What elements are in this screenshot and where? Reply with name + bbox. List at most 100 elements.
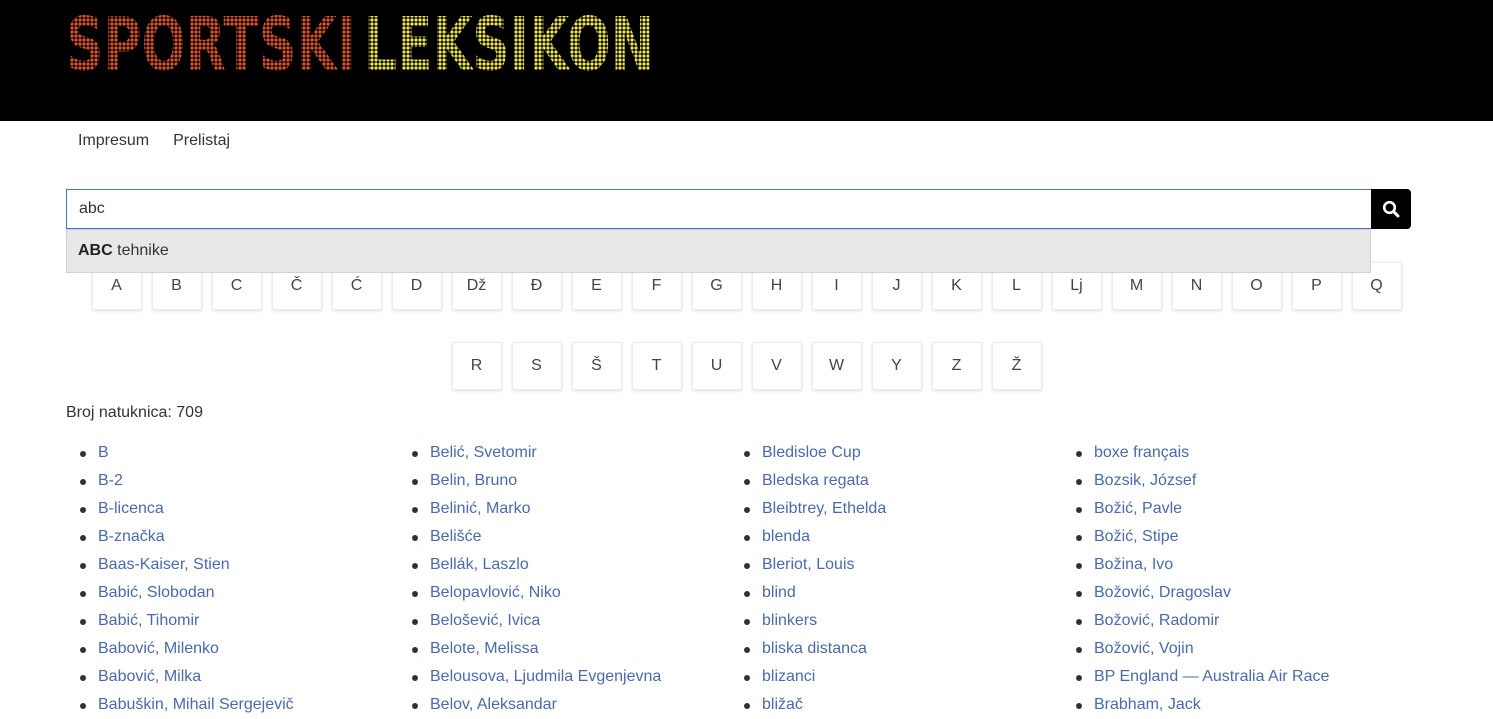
letter-r[interactable]: R (451, 342, 502, 390)
list-item: Babović, Milka (66, 663, 386, 691)
suggestion-rest: tehnike (112, 242, 169, 259)
list-item: Bleriot, Louis (730, 551, 1050, 579)
list-item: B-2 (66, 467, 386, 495)
autocomplete-suggestion[interactable]: ABC tehnike (66, 229, 1371, 273)
entry-link[interactable]: Belov, Aleksandar (430, 696, 557, 713)
letter-s-caron[interactable]: Š (571, 342, 622, 390)
letter-s[interactable]: S (511, 342, 562, 390)
entry-link[interactable]: Belišće (430, 528, 482, 545)
list-item: Babić, Slobodan (66, 579, 386, 607)
entry-link[interactable]: blenda (762, 528, 810, 545)
main-nav: Impresum Prelistaj (66, 121, 242, 161)
list-item: Bellák, Laszlo (398, 551, 718, 579)
list-item: Babović, Milenko (66, 635, 386, 663)
entry-link[interactable]: Božić, Stipe (1094, 528, 1178, 545)
list-item: Belin, Bruno (398, 467, 718, 495)
results-column-1: B B-2 B-licenca B-značka Baas-Kaiser, St… (66, 439, 386, 719)
entry-link[interactable]: Bozsik, József (1094, 472, 1196, 489)
entry-link[interactable]: Babović, Milenko (98, 640, 219, 657)
list-item: Belišće (398, 523, 718, 551)
list-item: bliska distanca (730, 635, 1050, 663)
list-item: bližač (730, 691, 1050, 719)
entry-link[interactable]: Bleriot, Louis (762, 556, 855, 573)
letter-t[interactable]: T (631, 342, 682, 390)
results-column-3: Bledisloe Cup Bledska regata Bleibtrey, … (730, 439, 1050, 719)
entry-link[interactable]: Bleibtrey, Ethelda (762, 500, 886, 517)
list-item: Belote, Melissa (398, 635, 718, 663)
nav-impresum[interactable]: Impresum (66, 121, 161, 161)
list-item: Božović, Vojin (1062, 635, 1382, 663)
entry-link[interactable]: Bellák, Laszlo (430, 556, 529, 573)
list-item: blind (730, 579, 1050, 607)
list-item: B (66, 439, 386, 467)
list-item: BP England — Australia Air Race (1062, 663, 1382, 691)
list-item: blizanci (730, 663, 1050, 691)
entry-link[interactable]: blizanci (762, 668, 815, 685)
list-item: B-značka (66, 523, 386, 551)
entry-link[interactable]: B (98, 444, 109, 461)
list-item: Belov, Aleksandar (398, 691, 718, 719)
list-item: Belinić, Marko (398, 495, 718, 523)
entry-link[interactable]: Babić, Slobodan (98, 584, 215, 601)
letter-z[interactable]: Z (931, 342, 982, 390)
entry-count: Broj natuknica: 709 (66, 404, 203, 421)
entry-link[interactable]: Belin, Bruno (430, 472, 517, 489)
entry-link[interactable]: Brabham, Jack (1094, 696, 1201, 713)
entry-link[interactable]: Belopavlović, Niko (430, 584, 561, 601)
entry-link[interactable]: Belinić, Marko (430, 500, 530, 517)
search-icon (1382, 200, 1400, 218)
logo-part-leksikon: LEKSIKON (364, 10, 654, 72)
list-item: Božić, Pavle (1062, 495, 1382, 523)
nav-prelistaj[interactable]: Prelistaj (161, 121, 242, 161)
entry-link[interactable]: Belote, Melissa (430, 640, 539, 657)
entry-link[interactable]: Belošević, Ivica (430, 612, 540, 629)
site-logo[interactable]: SPORTSKI LEKSIKON (66, 10, 656, 72)
list-item: Belopavlović, Niko (398, 579, 718, 607)
entry-link[interactable]: Babović, Milka (98, 668, 201, 685)
entry-link[interactable]: Božović, Radomir (1094, 612, 1219, 629)
entry-link[interactable]: Božović, Vojin (1094, 640, 1194, 657)
entry-link[interactable]: bližač (762, 696, 803, 713)
list-item: Bleibtrey, Ethelda (730, 495, 1050, 523)
search-input[interactable] (66, 189, 1372, 229)
list-item: Božina, Ivo (1062, 551, 1382, 579)
search-button[interactable] (1371, 189, 1411, 229)
entry-link[interactable]: Babuškin, Mihail Sergejevič (98, 696, 294, 713)
list-item: Belošević, Ivica (398, 607, 718, 635)
list-item: Belić, Svetomir (398, 439, 718, 467)
list-item: Bledska regata (730, 467, 1050, 495)
list-item: Babić, Tihomir (66, 607, 386, 635)
entry-link[interactable]: Belić, Svetomir (430, 444, 537, 461)
entry-link[interactable]: bliska distanca (762, 640, 867, 657)
list-item: Babuškin, Mihail Sergejevič (66, 691, 386, 719)
letter-u[interactable]: U (691, 342, 742, 390)
entry-link[interactable]: boxe français (1094, 444, 1189, 461)
entry-link[interactable]: Božina, Ivo (1094, 556, 1173, 573)
list-item: boxe français (1062, 439, 1382, 467)
entry-link[interactable]: BP England — Australia Air Race (1094, 668, 1329, 685)
letter-w[interactable]: W (811, 342, 862, 390)
list-item: Belousova, Ljudmila Evgenjevna (398, 663, 718, 691)
entry-link[interactable]: Babić, Tihomir (98, 612, 199, 629)
entry-link[interactable]: Belousova, Ljudmila Evgenjevna (430, 668, 661, 685)
results-column-4: boxe français Bozsik, József Božić, Pavl… (1062, 439, 1382, 719)
entry-link[interactable]: blind (762, 584, 796, 601)
entry-link[interactable]: Bledska regata (762, 472, 869, 489)
site-header: SPORTSKI LEKSIKON (0, 0, 1493, 121)
entry-link[interactable]: Bledisloe Cup (762, 444, 861, 461)
list-item: Bozsik, József (1062, 467, 1382, 495)
entry-link[interactable]: B-licenca (98, 500, 164, 517)
entry-link[interactable]: B-značka (98, 528, 165, 545)
results-column-2: Belić, Svetomir Belin, Bruno Belinić, Ma… (398, 439, 718, 719)
letter-z-caron[interactable]: Ž (991, 342, 1042, 390)
list-item: Brabham, Jack (1062, 691, 1382, 719)
entry-link[interactable]: B-2 (98, 472, 123, 489)
letter-y[interactable]: Y (871, 342, 922, 390)
entry-link[interactable]: Božović, Dragoslav (1094, 584, 1231, 601)
entry-link[interactable]: Baas-Kaiser, Stien (98, 556, 230, 573)
letter-v[interactable]: V (751, 342, 802, 390)
entry-link[interactable]: blinkers (762, 612, 817, 629)
entry-link[interactable]: Božić, Pavle (1094, 500, 1182, 517)
logo-part-sportski: SPORTSKI (66, 10, 356, 72)
list-item: Bledisloe Cup (730, 439, 1050, 467)
